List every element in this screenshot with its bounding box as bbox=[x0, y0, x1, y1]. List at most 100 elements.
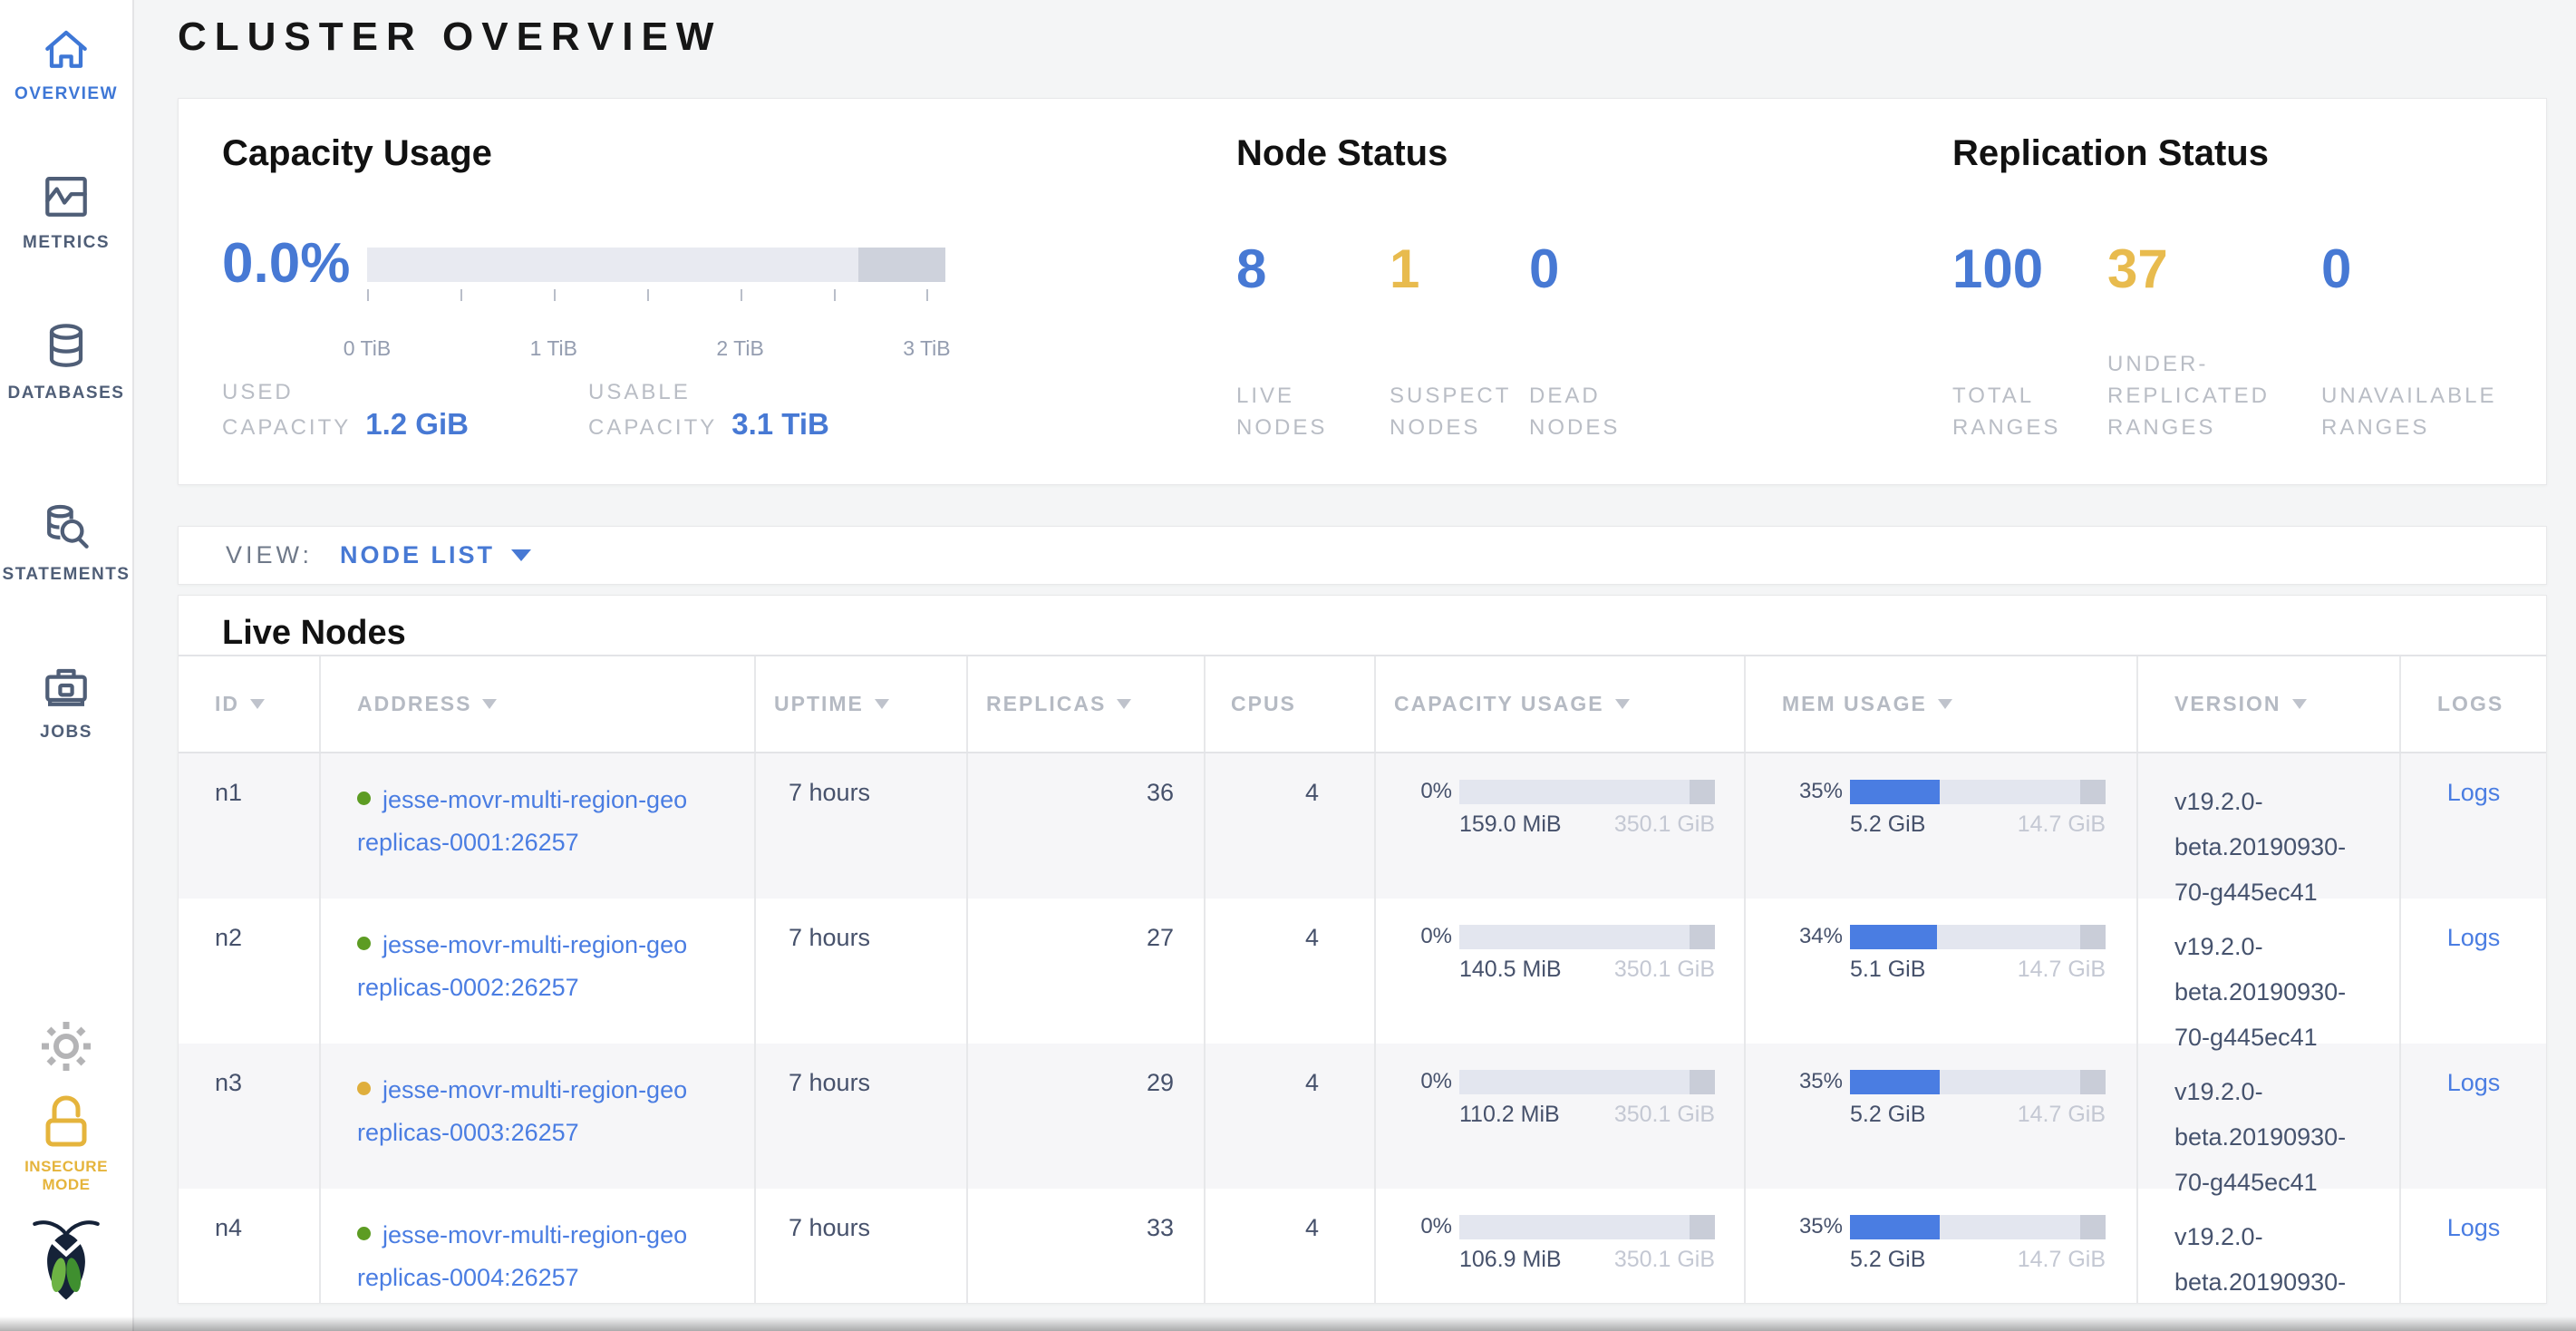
node-logs-link[interactable]: Logs bbox=[2447, 1214, 2501, 1241]
capacity-axis-label: 0 TiB bbox=[344, 336, 391, 361]
mem-used-value: 5.2 GiB bbox=[1850, 811, 1925, 838]
sort-arrow-icon bbox=[1117, 699, 1131, 709]
mem-percent: 35% bbox=[1782, 1214, 1850, 1239]
capacity-total-value: 350.1 GiB bbox=[1614, 1247, 1715, 1273]
sidebar-item-statements[interactable]: STATEMENTS bbox=[0, 500, 132, 585]
node-capacity-usage: 0% 159.0 MiB350.1 GiB bbox=[1376, 753, 1746, 915]
column-header-capacity-usage[interactable]: CAPACITY USAGE bbox=[1376, 656, 1746, 752]
capacity-axis-label: 3 TiB bbox=[903, 336, 950, 361]
briefcase-icon bbox=[37, 701, 95, 716]
unavailable-ranges-count: 0 bbox=[2321, 242, 2351, 296]
capacity-total-value: 350.1 GiB bbox=[1614, 811, 1715, 838]
replication-status-section: Replication Status 100 37 0 TOTALRANGES … bbox=[1952, 99, 2542, 486]
node-status-title: Node Status bbox=[1236, 133, 1448, 174]
node-replicas: 29 bbox=[968, 1044, 1206, 1205]
node-logs-link[interactable]: Logs bbox=[2447, 1069, 2501, 1096]
node-logs-link[interactable]: Logs bbox=[2447, 924, 2501, 951]
metrics-graph-icon bbox=[37, 211, 95, 227]
sort-arrow-icon bbox=[1615, 699, 1630, 709]
live-nodes-card: Live Nodes ID ADDRESS UPTIME REPLICAS CP… bbox=[178, 595, 2547, 1304]
capacity-stats: USED CAPACITY1.2 GiB USABLE CAPACITY3.1 … bbox=[222, 376, 954, 443]
node-status-section: Node Status 8 1 0 LIVENODES SUSPECTNODES… bbox=[1236, 99, 1943, 486]
settings-button[interactable] bbox=[0, 1019, 132, 1078]
capacity-total-value: 350.1 GiB bbox=[1614, 957, 1715, 983]
node-address-link[interactable]: jesse-movr-multi-region-georeplicas-0004… bbox=[357, 1221, 687, 1291]
node-address-link[interactable]: jesse-movr-multi-region-georeplicas-0003… bbox=[357, 1076, 687, 1146]
view-dropdown[interactable]: NODE LIST bbox=[340, 541, 531, 569]
table-row: n2 jesse-movr-multi-region-georeplicas-0… bbox=[179, 899, 2546, 1044]
capacity-mini-bar bbox=[1459, 925, 1715, 949]
sort-arrow-icon bbox=[250, 699, 265, 709]
capacity-percent: 0% bbox=[1394, 779, 1459, 804]
node-replicas: 36 bbox=[968, 753, 1206, 915]
node-mem-usage: 35% 5.2 GiB14.7 GiB bbox=[1746, 1044, 2138, 1205]
column-header-version[interactable]: VERSION bbox=[2138, 656, 2401, 752]
sort-arrow-icon bbox=[2292, 699, 2307, 709]
capacity-usage-title: Capacity Usage bbox=[222, 133, 492, 174]
insecure-mode-indicator: INSECURE MODE bbox=[0, 1092, 132, 1194]
table-row: n1 jesse-movr-multi-region-georeplicas-0… bbox=[179, 753, 2546, 899]
mem-percent: 35% bbox=[1782, 1069, 1850, 1094]
mem-used-value: 5.2 GiB bbox=[1850, 1247, 1925, 1273]
node-status-dot bbox=[357, 1082, 371, 1095]
sidebar-item-metrics[interactable]: METRICS bbox=[0, 169, 132, 253]
mem-total-value: 14.7 GiB bbox=[2018, 957, 2106, 983]
unavailable-ranges-label: UNAVAILABLERANGES bbox=[2321, 380, 2497, 443]
capacity-axis-tick bbox=[741, 289, 742, 301]
table-row: n4 jesse-movr-multi-region-georeplicas-0… bbox=[179, 1189, 2546, 1304]
capacity-total-value: 350.1 GiB bbox=[1614, 1102, 1715, 1128]
sidebar-item-databases[interactable]: DATABASES bbox=[0, 319, 132, 403]
total-ranges-count: 100 bbox=[1952, 242, 2107, 296]
used-capacity-stat: USED CAPACITY1.2 GiB bbox=[222, 376, 588, 443]
node-status-dot bbox=[357, 1227, 371, 1240]
capacity-mini-bar bbox=[1459, 780, 1715, 804]
node-address-link[interactable]: jesse-movr-multi-region-georeplicas-0001… bbox=[357, 786, 687, 856]
node-version: v19.2.0-beta.20190930-70-g445ec41 bbox=[2138, 1044, 2401, 1205]
table-header-row: ID ADDRESS UPTIME REPLICAS CPUS CAPACITY… bbox=[179, 655, 2546, 753]
node-uptime: 7 hours bbox=[756, 1189, 968, 1304]
sidebar-item-label: DATABASES bbox=[0, 384, 132, 403]
main-content: CLUSTER OVERVIEW Capacity Usage 0.0% 0 T… bbox=[132, 0, 2576, 1331]
sidebar-item-overview[interactable]: OVERVIEW bbox=[0, 20, 132, 104]
usable-capacity-value: 3.1 TiB bbox=[731, 407, 829, 441]
node-cpus: 4 bbox=[1206, 899, 1376, 1060]
node-id: n4 bbox=[179, 1189, 321, 1304]
live-nodes-label: LIVENODES bbox=[1236, 380, 1390, 443]
node-logs-link[interactable]: Logs bbox=[2447, 779, 2501, 806]
viewport-bottom-shadow bbox=[0, 1316, 2576, 1331]
node-logs-cell: Logs bbox=[2401, 1044, 2546, 1205]
node-capacity-usage: 0% 106.9 MiB350.1 GiB bbox=[1376, 1189, 1746, 1304]
column-header-replicas[interactable]: REPLICAS bbox=[968, 656, 1206, 752]
mem-mini-bar bbox=[1850, 1215, 2106, 1239]
column-header-uptime[interactable]: UPTIME bbox=[756, 656, 968, 752]
column-header-id[interactable]: ID bbox=[179, 656, 321, 752]
capacity-usage-section: Capacity Usage 0.0% 0 TiB1 TiB2 TiB3 TiB… bbox=[222, 99, 1219, 486]
node-uptime: 7 hours bbox=[756, 899, 968, 1060]
node-mem-usage: 35% 5.2 GiB14.7 GiB bbox=[1746, 753, 2138, 915]
suspect-nodes-count: 1 bbox=[1390, 242, 1529, 296]
node-mem-usage: 34% 5.1 GiB14.7 GiB bbox=[1746, 899, 2138, 1060]
capacity-axis-tick bbox=[367, 289, 369, 301]
sidebar-item-jobs[interactable]: JOBS bbox=[0, 658, 132, 743]
node-address-cell: jesse-movr-multi-region-georeplicas-0003… bbox=[321, 1044, 756, 1205]
view-label: VIEW: bbox=[226, 541, 313, 569]
used-capacity-value: 1.2 GiB bbox=[365, 407, 469, 441]
capacity-bar-endcap bbox=[858, 248, 945, 282]
column-header-address[interactable]: ADDRESS bbox=[321, 656, 756, 752]
dead-nodes-label: DEADNODES bbox=[1529, 380, 1620, 443]
node-uptime: 7 hours bbox=[756, 1044, 968, 1205]
node-address-link[interactable]: jesse-movr-multi-region-georeplicas-0002… bbox=[357, 931, 687, 1001]
column-header-mem-usage[interactable]: MEM USAGE bbox=[1746, 656, 2138, 752]
live-nodes-title: Live Nodes bbox=[179, 596, 2546, 655]
mem-mini-bar bbox=[1850, 1070, 2106, 1094]
mem-used-value: 5.2 GiB bbox=[1850, 1102, 1925, 1128]
column-header-logs: LOGS bbox=[2401, 656, 2546, 752]
live-nodes-count: 8 bbox=[1236, 242, 1390, 296]
capacity-percent: 0% bbox=[1394, 1214, 1459, 1239]
database-icon bbox=[37, 362, 95, 377]
gear-icon bbox=[39, 1062, 93, 1077]
insecure-mode-label: INSECURE MODE bbox=[0, 1158, 132, 1194]
capacity-axis-tick bbox=[554, 289, 556, 301]
page-title: CLUSTER OVERVIEW bbox=[178, 15, 721, 60]
home-icon bbox=[37, 63, 95, 78]
